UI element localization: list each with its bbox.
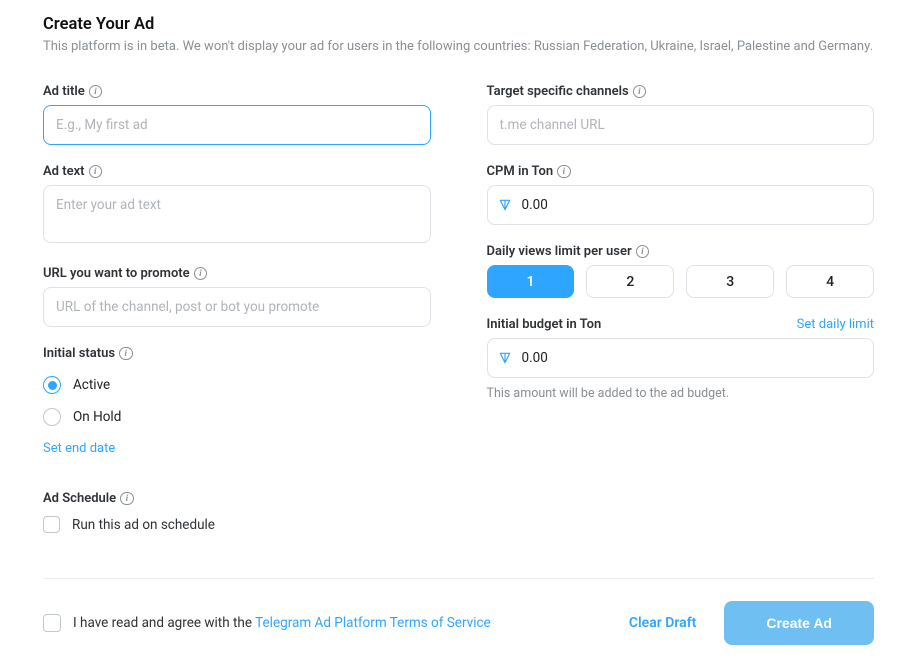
right-column: Target specific channels i CPM in Ton i … xyxy=(487,84,875,556)
divider xyxy=(43,578,874,579)
info-icon[interactable]: i xyxy=(194,267,208,281)
label-text: Initial budget in Ton xyxy=(487,317,602,332)
url-label: URL you want to promote i xyxy=(43,266,431,281)
url-input[interactable] xyxy=(43,287,431,327)
radio-option-active[interactable]: Active xyxy=(43,369,431,401)
limit-option-1[interactable]: 1 xyxy=(487,265,575,298)
target-channels-field: Target specific channels i xyxy=(487,84,875,145)
limit-option-3[interactable]: 3 xyxy=(686,265,774,298)
ad-text-field: Ad text i xyxy=(43,164,431,247)
budget-input[interactable] xyxy=(487,338,875,378)
radio-indicator xyxy=(43,376,61,394)
ton-icon xyxy=(498,198,512,212)
radio-option-onhold[interactable]: On Hold xyxy=(43,401,431,433)
left-column: Ad title i Ad text i URL you want to pro… xyxy=(43,84,431,556)
agree-cluster: I have read and agree with the Telegram … xyxy=(43,614,491,632)
status-field: Initial status i Active On Hold Set end … xyxy=(43,346,431,472)
radio-label: Active xyxy=(73,377,110,393)
form-grid: Ad title i Ad text i URL you want to pro… xyxy=(43,84,874,556)
radio-indicator xyxy=(43,408,61,426)
schedule-checkbox-label: Run this ad on schedule xyxy=(72,517,215,533)
info-icon[interactable]: i xyxy=(120,492,134,506)
limit-option-4[interactable]: 4 xyxy=(786,265,874,298)
clear-draft-button[interactable]: Clear Draft xyxy=(629,615,696,631)
daily-limit-label: Daily views limit per user i xyxy=(487,244,875,259)
label-text: URL you want to promote xyxy=(43,266,190,281)
target-channels-input[interactable] xyxy=(487,105,875,145)
budget-field: Initial budget in Ton Set daily limit Th… xyxy=(487,317,875,401)
label-text: Target specific channels xyxy=(487,84,629,99)
ad-title-field: Ad title i xyxy=(43,84,431,145)
label-text: Ad Schedule xyxy=(43,491,116,506)
info-icon[interactable]: i xyxy=(89,165,103,179)
ad-title-label: Ad title i xyxy=(43,84,431,99)
ad-title-input[interactable] xyxy=(43,105,431,145)
target-channels-label: Target specific channels i xyxy=(487,84,875,99)
schedule-label: Ad Schedule i xyxy=(43,491,431,506)
footer-row: I have read and agree with the Telegram … xyxy=(43,601,874,645)
ad-text-input[interactable] xyxy=(43,185,431,243)
budget-label: Initial budget in Ton xyxy=(487,317,602,332)
agree-checkbox[interactable] xyxy=(43,614,61,632)
set-daily-limit-link[interactable]: Set daily limit xyxy=(797,317,874,332)
budget-helper-text: This amount will be added to the ad budg… xyxy=(487,386,875,401)
daily-limit-field: Daily views limit per user i 1 2 3 4 xyxy=(487,244,875,298)
cpm-label: CPM in Ton i xyxy=(487,164,875,179)
cpm-input[interactable] xyxy=(487,185,875,225)
schedule-checkbox-row[interactable]: Run this ad on schedule xyxy=(43,512,431,537)
agree-prefix: I have read and agree with the xyxy=(73,615,255,631)
info-icon[interactable]: i xyxy=(557,165,571,179)
status-label: Initial status i xyxy=(43,346,431,361)
status-radio-group: Active On Hold xyxy=(43,369,431,433)
label-text: Daily views limit per user xyxy=(487,244,632,259)
daily-limit-segmented: 1 2 3 4 xyxy=(487,265,875,298)
agree-text: I have read and agree with the Telegram … xyxy=(73,615,491,631)
ton-icon xyxy=(498,351,512,365)
ad-text-label: Ad text i xyxy=(43,164,431,179)
info-icon[interactable]: i xyxy=(636,245,650,259)
label-text: Initial status xyxy=(43,346,115,361)
page-subtitle: This platform is in beta. We won't displ… xyxy=(43,39,874,54)
page-title: Create Your Ad xyxy=(43,15,874,34)
url-field: URL you want to promote i xyxy=(43,266,431,327)
cpm-field: CPM in Ton i xyxy=(487,164,875,225)
label-text: Ad title xyxy=(43,84,85,99)
set-end-date-link[interactable]: Set end date xyxy=(43,441,115,456)
label-text: CPM in Ton xyxy=(487,164,554,179)
checkbox-icon xyxy=(43,516,60,533)
label-text: Ad text xyxy=(43,164,85,179)
terms-link[interactable]: Telegram Ad Platform Terms of Service xyxy=(255,615,491,631)
info-icon[interactable]: i xyxy=(633,85,647,99)
info-icon[interactable]: i xyxy=(89,85,103,99)
footer-actions: Clear Draft Create Ad xyxy=(629,601,874,645)
create-ad-button[interactable]: Create Ad xyxy=(724,601,874,645)
info-icon[interactable]: i xyxy=(119,347,133,361)
limit-option-2[interactable]: 2 xyxy=(586,265,674,298)
radio-label: On Hold xyxy=(73,409,121,425)
schedule-field: Ad Schedule i Run this ad on schedule xyxy=(43,491,431,537)
